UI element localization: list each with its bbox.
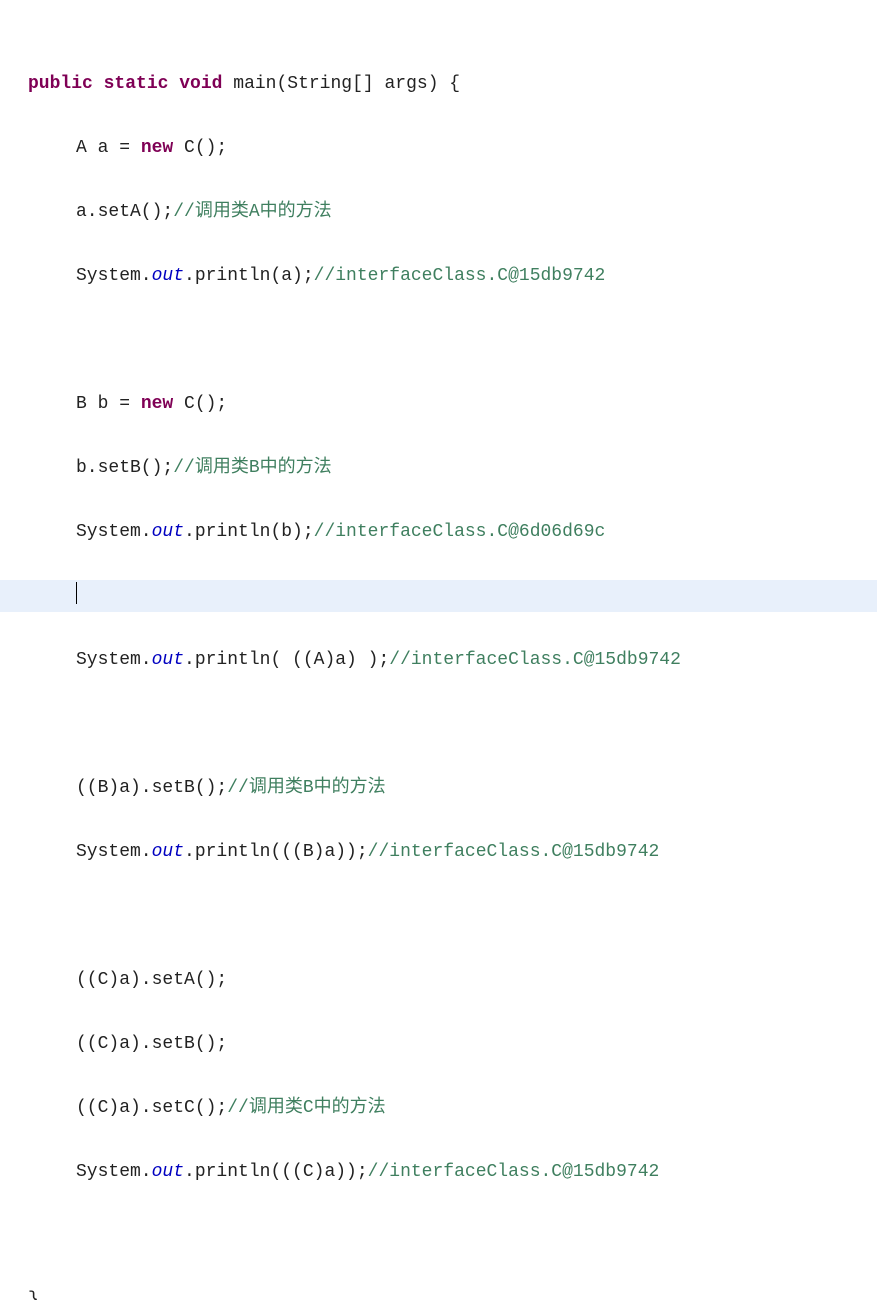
- comment: //interfaceClass.C@15db9742: [368, 842, 660, 862]
- code-text: ((C)a).setB();: [76, 1034, 227, 1054]
- code-line: A a = new C();: [0, 132, 877, 164]
- code-text: System.: [76, 1162, 152, 1182]
- keyword-void: void: [179, 74, 222, 94]
- blank-line: [0, 708, 877, 740]
- identifier-out: out: [152, 842, 184, 862]
- code-text: A a =: [76, 138, 141, 158]
- blank-line: [0, 900, 877, 932]
- code-text: ((C)a).setA();: [76, 970, 227, 990]
- comment: //interfaceClass.C@6d06d69c: [314, 522, 606, 542]
- code-text: System.: [76, 266, 152, 286]
- blank-line: [0, 324, 877, 356]
- code-line: System.out.println(((C)a));//interfaceCl…: [0, 1156, 877, 1188]
- identifier-out: out: [152, 522, 184, 542]
- close-brace: }: [28, 1290, 39, 1300]
- comment: //interfaceClass.C@15db9742: [314, 266, 606, 286]
- code-text: .println(((B)a));: [184, 842, 368, 862]
- comment: //调用类A中的方法: [173, 202, 331, 222]
- code-line: ((C)a).setB();: [0, 1028, 877, 1060]
- code-line: ((C)a).setA();: [0, 964, 877, 996]
- comment: //interfaceClass.C@15db9742: [368, 1162, 660, 1182]
- code-text: .println(((C)a));: [184, 1162, 368, 1182]
- code-text: B b =: [76, 394, 141, 414]
- keyword-new: new: [141, 138, 173, 158]
- code-text: System.: [76, 522, 152, 542]
- comment: //调用类B中的方法: [173, 458, 331, 478]
- code-line: }: [0, 1284, 877, 1300]
- code-text: System.: [76, 650, 152, 670]
- code-line: System.out.println(a);//interfaceClass.C…: [0, 260, 877, 292]
- comment: //interfaceClass.C@15db9742: [389, 650, 681, 670]
- code-text: .println(b);: [184, 522, 314, 542]
- keyword-new: new: [141, 394, 173, 414]
- code-text: .println(a);: [184, 266, 314, 286]
- code-line: b.setB();//调用类B中的方法: [0, 452, 877, 484]
- keyword-static: static: [104, 74, 169, 94]
- comment: //调用类C中的方法: [227, 1098, 385, 1118]
- code-text: ((B)a).setB();: [76, 778, 227, 798]
- code-text: a.setA();: [76, 202, 173, 222]
- comment: //调用类B中的方法: [227, 778, 385, 798]
- code-text: C();: [173, 138, 227, 158]
- code-line: System.out.println(((B)a));//interfaceCl…: [0, 836, 877, 868]
- text-cursor: [76, 582, 77, 604]
- keyword-public: public: [28, 74, 93, 94]
- code-line: public static void main(String[] args) {: [0, 68, 877, 100]
- code-text: ((C)a).setC();: [76, 1098, 227, 1118]
- code-line: ((C)a).setC();//调用类C中的方法: [0, 1092, 877, 1124]
- code-block: public static void main(String[] args) {…: [0, 0, 877, 1300]
- code-line: ((B)a).setB();//调用类B中的方法: [0, 772, 877, 804]
- code-text: .println( ((A)a) );: [184, 650, 389, 670]
- code-line: a.setA();//调用类A中的方法: [0, 196, 877, 228]
- code-line: System.out.println(b);//interfaceClass.C…: [0, 516, 877, 548]
- method-sig: main(String[] args) {: [222, 74, 460, 94]
- highlighted-line: [0, 580, 877, 612]
- blank-line: [0, 1220, 877, 1252]
- code-text: System.: [76, 842, 152, 862]
- code-line: B b = new C();: [0, 388, 877, 420]
- identifier-out: out: [152, 1162, 184, 1182]
- identifier-out: out: [152, 650, 184, 670]
- identifier-out: out: [152, 266, 184, 286]
- code-text: C();: [173, 394, 227, 414]
- code-text: b.setB();: [76, 458, 173, 478]
- code-line: System.out.println( ((A)a) );//interface…: [0, 644, 877, 676]
